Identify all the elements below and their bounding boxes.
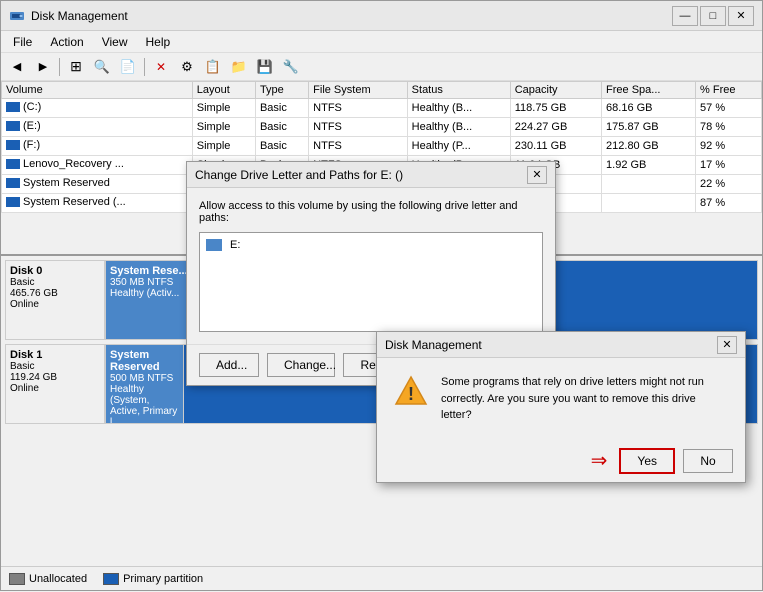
arrow-icon: ⇒ — [591, 448, 608, 473]
confirm-body: ! Some programs that rely on drive lette… — [377, 358, 745, 440]
change-drive-title: Change Drive Letter and Paths for E: () — [195, 168, 403, 182]
modal-overlay: Change Drive Letter and Paths for E: () … — [1, 1, 763, 592]
drive-e-label: E: — [230, 239, 240, 251]
svg-text:!: ! — [408, 384, 414, 404]
confirm-message: Some programs that rely on drive letters… — [441, 374, 729, 424]
change-drive-close[interactable]: ✕ — [527, 166, 547, 184]
change-drive-desc: Allow access to this volume by using the… — [199, 200, 543, 224]
confirm-title: Disk Management — [385, 338, 482, 352]
add-button[interactable]: Add... — [199, 353, 259, 377]
warning-icon: ! — [393, 374, 429, 410]
drive-e-icon — [206, 239, 222, 251]
drive-list-item-e[interactable]: E: — [204, 237, 538, 253]
change-drive-body: Allow access to this volume by using the… — [187, 188, 555, 344]
confirm-title-bar: Disk Management ✕ — [377, 332, 745, 358]
confirm-close[interactable]: ✕ — [717, 336, 737, 354]
warning-icon-wrap: ! — [393, 374, 429, 413]
confirm-footer: ⇒ Yes No — [377, 440, 745, 482]
no-button[interactable]: No — [683, 449, 733, 473]
drive-list[interactable]: E: — [199, 232, 543, 332]
confirm-dialog: Disk Management ✕ ! Some programs that r… — [376, 331, 746, 483]
change-drive-title-bar: Change Drive Letter and Paths for E: () … — [187, 162, 555, 188]
yes-button[interactable]: Yes — [619, 448, 675, 474]
change-button[interactable]: Change... — [267, 353, 335, 377]
